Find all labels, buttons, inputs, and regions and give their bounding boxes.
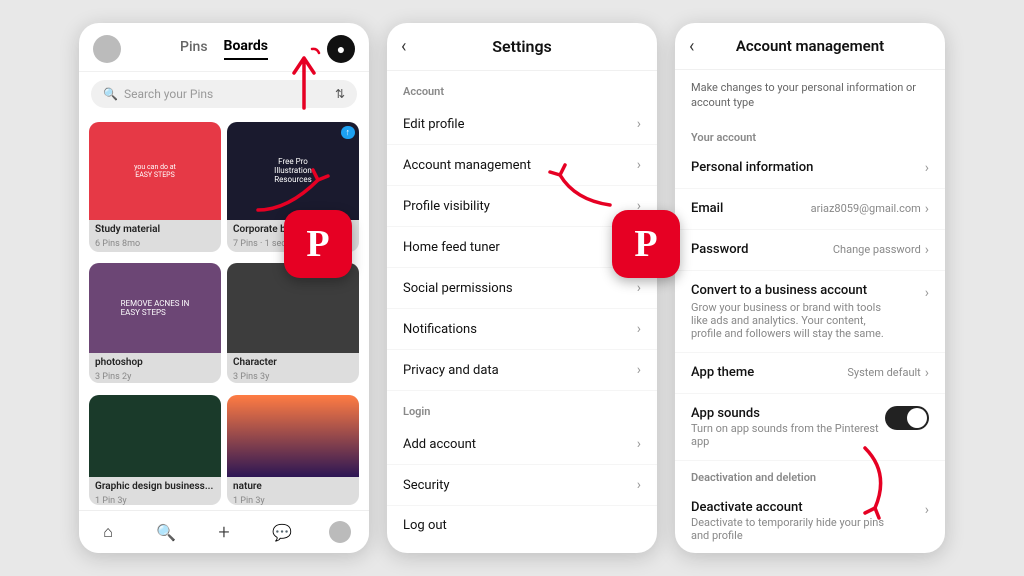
grid-image — [89, 395, 221, 478]
grid-image: you can do atEASY STEPS — [89, 122, 221, 220]
chevron-icon: › — [925, 365, 929, 381]
chevron-icon: › — [637, 362, 641, 378]
settings-item-logout[interactable]: Log out — [387, 506, 657, 541]
grid-item[interactable]: REMOVE ACNES INEASY STEPS photoshop 3 Pi… — [89, 263, 221, 383]
grid-caption: photoshop — [89, 353, 221, 372]
chevron-icon: › — [637, 116, 641, 132]
account-item-deactivate[interactable]: Deactivate account Deactivate to tempora… — [675, 488, 945, 553]
account-header: ‹ Account management — [675, 23, 945, 70]
profile-nav-icon[interactable] — [329, 521, 351, 543]
settings-item-notifications[interactable]: Notifications › — [387, 309, 657, 350]
settings-item-edit-profile[interactable]: Edit profile › — [387, 104, 657, 145]
grid-sub: 1 Pin 3y — [89, 496, 221, 505]
sort-icon[interactable]: ⇅ — [335, 87, 345, 101]
chevron-icon: › — [637, 321, 641, 337]
avatar[interactable] — [93, 35, 121, 63]
account-panel: ‹ Account management Make changes to you… — [675, 23, 945, 553]
settings-item-account-mgmt[interactable]: Account management › — [387, 145, 657, 186]
home-icon[interactable]: ⌂ — [97, 521, 119, 543]
account-back-button[interactable]: ‹ — [689, 36, 694, 57]
grid-caption: nature — [227, 477, 359, 496]
account-item-business[interactable]: Convert to a business account Grow your … — [675, 271, 945, 353]
grid-sub: 1 Pin 3y — [227, 496, 359, 505]
feed-tabs: Pins Boards — [121, 38, 327, 60]
tab-boards[interactable]: Boards — [224, 38, 268, 60]
settings-item-security[interactable]: Security › — [387, 465, 657, 506]
add-icon[interactable]: + — [213, 521, 235, 543]
section-your-account: Your account — [675, 121, 945, 148]
toggle-knob — [907, 408, 927, 428]
settings-header: ‹ Settings — [387, 23, 657, 71]
search-bar[interactable]: 🔍 Search your Pins ⇅ — [91, 80, 357, 108]
feed-panel: Pins Boards ● 🔍 Search your Pins ⇅ you c… — [79, 23, 369, 553]
section-label-account: Account — [387, 71, 657, 104]
grid-item[interactable]: nature 1 Pin 3y — [227, 395, 359, 505]
account-item-personal-info[interactable]: Personal information › — [675, 148, 945, 189]
grid-caption: Character — [227, 353, 359, 372]
account-mgmt-title: Account management — [691, 37, 929, 55]
pins-grid: you can do atEASY STEPS Study material 6… — [79, 116, 369, 516]
account-item-sounds[interactable]: App sounds Turn on app sounds from the P… — [675, 394, 945, 461]
grid-sub: 6 Pins 8mo — [89, 239, 221, 253]
toggle-sounds[interactable] — [885, 406, 929, 430]
chevron-icon: › — [925, 285, 929, 301]
settings-item-add-account[interactable]: Add account › — [387, 424, 657, 465]
chevron-icon: › — [925, 160, 929, 176]
chevron-icon: › — [637, 280, 641, 296]
back-button[interactable]: ‹ — [401, 36, 406, 57]
grid-item[interactable]: Graphic design business... 1 Pin 3y — [89, 395, 221, 505]
search-placeholder: Search your Pins — [124, 87, 213, 101]
settings-item-privacy[interactable]: Privacy and data › — [387, 350, 657, 391]
grid-item[interactable]: you can do atEASY STEPS Study material 6… — [89, 122, 221, 252]
settings-title: Settings — [492, 37, 552, 56]
grid-image: Free ProIllustrationResources — [227, 122, 359, 220]
settings-panel: ‹ Settings Account Edit profile › Accoun… — [387, 23, 657, 553]
bottom-nav: ⌂ 🔍 + 💬 — [79, 510, 369, 553]
pinterest-logo-2: P — [612, 210, 680, 278]
tab-pins[interactable]: Pins — [180, 39, 208, 59]
feed-header: Pins Boards ● — [79, 23, 369, 72]
chevron-icon: › — [925, 502, 929, 518]
settings-item-social[interactable]: Social permissions › — [387, 268, 657, 309]
pinterest-logo-1: P — [284, 210, 352, 278]
account-item-email[interactable]: Email ariaz8059@gmail.com › — [675, 189, 945, 230]
section-deactivation: Deactivation and deletion — [675, 461, 945, 488]
grid-caption: Graphic design business... — [89, 477, 221, 496]
section-label-login: Login — [387, 391, 657, 424]
account-item-theme[interactable]: App theme System default › — [675, 353, 945, 394]
account-desc: Make changes to your personal informatio… — [675, 70, 945, 121]
notification-icon[interactable]: ● — [327, 35, 355, 63]
account-item-password[interactable]: Password Change password › — [675, 230, 945, 271]
messages-icon[interactable]: 💬 — [271, 521, 293, 543]
grid-sub: 3 Pins 3y — [227, 372, 359, 383]
chevron-icon: › — [925, 242, 929, 258]
chevron-icon: › — [637, 436, 641, 452]
search-icon: 🔍 — [103, 87, 118, 101]
grid-image — [227, 395, 359, 478]
chevron-icon: › — [637, 157, 641, 173]
chevron-icon: › — [637, 477, 641, 493]
grid-item[interactable]: Character 3 Pins 3y — [227, 263, 359, 383]
badge: ↑ — [341, 126, 356, 139]
chevron-icon: › — [925, 201, 929, 217]
search-nav-icon[interactable]: 🔍 — [155, 521, 177, 543]
grid-image: REMOVE ACNES INEASY STEPS — [89, 263, 221, 353]
grid-sub: 3 Pins 2y — [89, 372, 221, 383]
grid-caption: Study material — [89, 220, 221, 239]
